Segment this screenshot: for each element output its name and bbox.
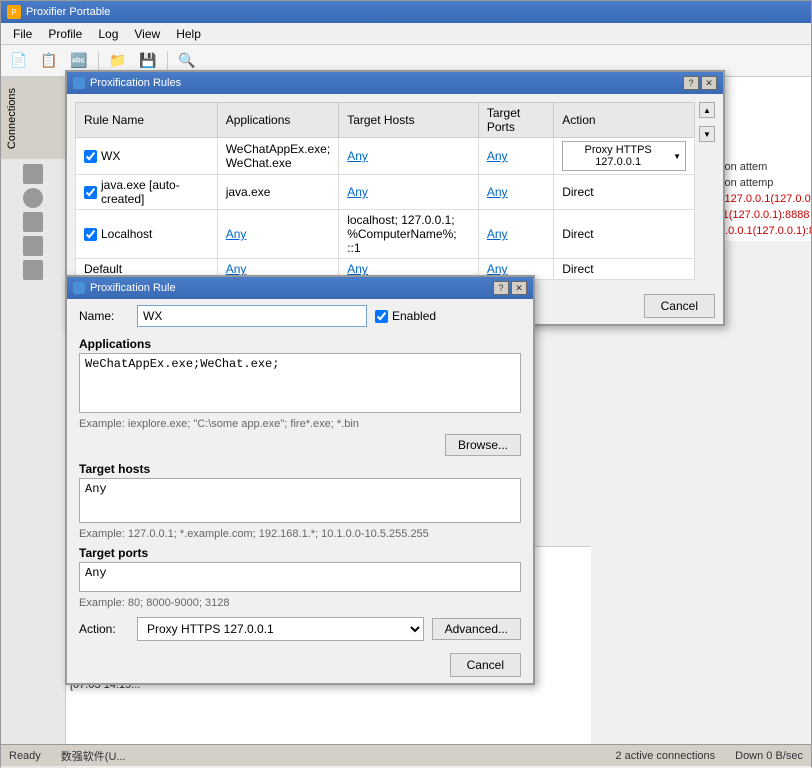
left-panel: Connections ◀ [1, 77, 66, 768]
name-input[interactable] [137, 305, 367, 327]
action-label: Action: [79, 622, 129, 636]
rule-dialog-icon [73, 282, 85, 294]
icon-arrow[interactable] [23, 164, 43, 184]
ports-example: Example: 80; 8000-9000; 3128 [67, 595, 533, 611]
toolbar-sep-1 [98, 51, 99, 71]
rule-hosts-wx: Any [339, 138, 479, 175]
advanced-btn[interactable]: Advanced... [432, 618, 521, 640]
menu-view[interactable]: View [126, 25, 168, 43]
target-hosts-textarea[interactable]: Any [79, 478, 521, 523]
icon-lines[interactable] [23, 236, 43, 256]
menu-help[interactable]: Help [168, 25, 209, 43]
menu-log[interactable]: Log [90, 25, 126, 43]
status-software: 数强软件(U... [61, 748, 126, 764]
app-title: Proxifier Portable [26, 6, 110, 18]
toolbar-sep-2 [167, 51, 168, 71]
scroll-down-btn[interactable]: ▼ [699, 126, 715, 142]
icon-circle[interactable] [23, 188, 43, 208]
rules-cancel-btn[interactable]: Cancel [644, 294, 715, 318]
name-label: Name: [79, 309, 129, 323]
rules-help-btn[interactable]: ? [683, 76, 699, 90]
scroll-up-btn[interactable]: ▲ [699, 102, 715, 118]
target-ports-label: Target ports [67, 542, 533, 562]
rules-table: Rule Name Applications Target Hosts Targ… [75, 102, 695, 280]
menubar: File Profile Log View Help [1, 23, 811, 45]
rule-dialog-footer: Cancel [67, 647, 533, 683]
toolbar-doc-btn[interactable]: 📄 [5, 48, 33, 74]
browse-row: Browse... [67, 432, 533, 458]
rules-dialog-titlebar: Proxification Rules ? ✕ [67, 72, 723, 94]
rule-dialog-titlebar: Proxification Rule ? ✕ [67, 277, 533, 299]
target-hosts-label: Target hosts [67, 458, 533, 478]
icon-tree[interactable] [23, 260, 43, 280]
rule-hosts-java: Any [339, 175, 479, 210]
rules-dialog-title: Proxification Rules [90, 77, 181, 89]
name-row: Name: Enabled [67, 299, 533, 333]
enabled-checkbox-label[interactable]: Enabled [375, 309, 436, 323]
col-target-ports: Target Ports [478, 103, 553, 138]
connections-tab[interactable]: Connections [1, 77, 65, 159]
rule-checkbox-java[interactable] [84, 186, 97, 199]
icon-search[interactable] [23, 212, 43, 232]
rule-ports-wx: Any [478, 138, 553, 175]
app-titlebar: P Proxifier Portable [1, 1, 811, 23]
rule-apps-java: java.exe [217, 175, 339, 210]
browse-btn[interactable]: Browse... [445, 434, 521, 456]
action-row: Action: Proxy HTTPS 127.0.0.1 Direct Blo… [67, 611, 533, 647]
rule-ports-java: Any [478, 175, 553, 210]
rules-close-btn[interactable]: ✕ [701, 76, 717, 90]
rule-cancel-btn[interactable]: Cancel [450, 653, 521, 677]
rule-dialog-title: Proxification Rule [90, 282, 176, 294]
rule-checkbox-localhost[interactable] [84, 228, 97, 241]
rule-dialog: Proxification Rule ? ✕ Name: Enabled App… [65, 275, 535, 685]
table-row: WX WeChatAppEx.exe;WeChat.exe Any Any Pr… [76, 138, 695, 175]
menu-file[interactable]: File [5, 25, 40, 43]
statusbar: Ready 数强软件(U... 2 active connections Dow… [1, 744, 811, 766]
enabled-label: Enabled [392, 309, 436, 323]
col-target-hosts: Target Hosts [339, 103, 479, 138]
col-action: Action [554, 103, 695, 138]
rule-name-localhost: Localhost [76, 210, 218, 259]
rule-action-java: Direct [554, 175, 695, 210]
rule-ports-localhost: Any [478, 210, 553, 259]
applications-example: Example: iexplore.exe; "C:\some app.exe"… [67, 416, 533, 432]
rule-apps-localhost: Any [217, 210, 339, 259]
action-select[interactable]: Proxy HTTPS 127.0.0.1 Direct Block [137, 617, 424, 641]
rule-apps-wx: WeChatAppEx.exe;WeChat.exe [217, 138, 339, 175]
enabled-checkbox[interactable] [375, 310, 388, 323]
hosts-example: Example: 127.0.0.1; *.example.com; 192.1… [67, 526, 533, 542]
applications-section-label: Applications [67, 333, 533, 353]
target-ports-textarea[interactable]: Any [79, 562, 521, 592]
rule-action-wx: Proxy HTTPS 127.0.0.1 ▼ [554, 138, 695, 175]
rule-action-default: Direct [554, 259, 695, 280]
table-row: java.exe [auto-created] java.exe Any Any… [76, 175, 695, 210]
toolbar-list-btn[interactable]: 📋 [35, 48, 63, 74]
action-dropdown-wx[interactable]: Proxy HTTPS 127.0.0.1 ▼ [562, 141, 686, 171]
app-icon: P [7, 5, 21, 19]
menu-profile[interactable]: Profile [40, 25, 90, 43]
rule-action-localhost: Direct [554, 210, 695, 259]
rule-checkbox-wx[interactable] [84, 150, 97, 163]
rule-hosts-localhost: localhost; 127.0.0.1;%ComputerName%; ::1 [339, 210, 479, 259]
table-row: Localhost Any localhost; 127.0.0.1;%Comp… [76, 210, 695, 259]
status-ready: Ready [9, 750, 41, 762]
rule-name-java: java.exe [auto-created] [76, 175, 218, 210]
rule-name-wx: WX [76, 138, 218, 175]
rules-dialog-icon [73, 77, 85, 89]
rules-dialog-content: Rule Name Applications Target Hosts Targ… [67, 94, 723, 288]
col-rule-name: Rule Name [76, 103, 218, 138]
left-icons [1, 159, 65, 285]
status-speed: Down 0 B/sec [735, 750, 803, 762]
applications-textarea[interactable]: WeChatAppEx.exe;WeChat.exe; [79, 353, 521, 413]
col-applications: Applications [217, 103, 339, 138]
rule-close-btn[interactable]: ✕ [511, 281, 527, 295]
status-connections: 2 active connections [615, 750, 715, 762]
table-scrollbar: ▲ ▼ [699, 102, 715, 142]
rule-help-btn[interactable]: ? [493, 281, 509, 295]
